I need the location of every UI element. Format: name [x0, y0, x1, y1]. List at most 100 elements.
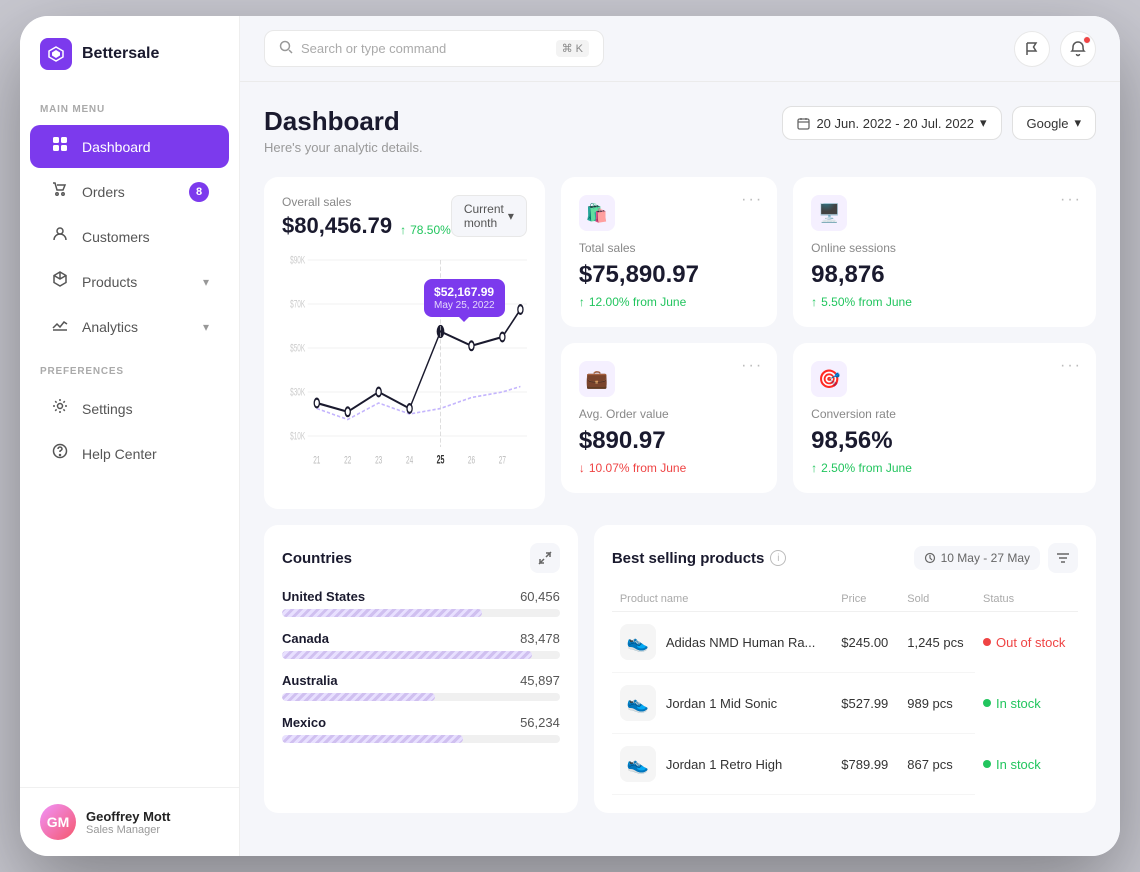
info-icon[interactable]: i	[770, 550, 786, 566]
date-chevron-icon: ▾	[980, 115, 987, 131]
table-row: 👟 Adidas NMD Human Ra... $245.00 1,245 p…	[612, 612, 1078, 673]
card-menu-total-sales[interactable]: ···	[741, 191, 763, 209]
sales-title-group: Overall sales $80,456.79 ↑ 78.50%	[282, 195, 451, 239]
sidebar-item-customers[interactable]: Customers	[30, 215, 229, 258]
status-text: Out of stock	[996, 635, 1065, 650]
sessions-label: Online sessions	[811, 241, 1078, 255]
product-price: $789.99	[833, 734, 899, 795]
overall-sales-label: Overall sales	[282, 195, 451, 209]
country-value: 45,897	[520, 673, 560, 688]
sidebar-item-products[interactable]: Products ▾	[30, 260, 229, 303]
conversion-label: Conversion rate	[811, 407, 1078, 421]
user-name: Geoffrey Mott	[86, 809, 171, 824]
country-value: 56,234	[520, 715, 560, 730]
country-name: United States	[282, 589, 365, 604]
overall-sales-card: Overall sales $80,456.79 ↑ 78.50%	[264, 177, 545, 509]
notification-dot	[1083, 36, 1091, 44]
products-tbody: 👟 Adidas NMD Human Ra... $245.00 1,245 p…	[612, 612, 1078, 795]
sidebar-item-analytics[interactable]: Analytics ▾	[30, 305, 229, 348]
product-sold: 989 pcs	[899, 673, 975, 734]
topbar: Search or type command ⌘ K	[240, 16, 1120, 82]
table-row: 👟 Jordan 1 Mid Sonic $527.99 989 pcs In …	[612, 673, 1078, 734]
card-menu-sessions[interactable]: ···	[1060, 191, 1082, 209]
status-dot	[983, 760, 991, 768]
overall-sales-value: $80,456.79	[282, 213, 392, 239]
page-header: Dashboard Here's your analytic details. …	[264, 106, 1096, 155]
avatar: GM	[40, 804, 76, 840]
products-card: Best selling products i 10 May - 27 May	[594, 525, 1096, 813]
conversion-change: ↑ 2.50% from June	[811, 461, 1078, 475]
sessions-up-icon: ↑	[811, 295, 817, 309]
country-name: Mexico	[282, 715, 326, 730]
countries-header: Countries	[282, 543, 560, 573]
progress-fill	[282, 651, 532, 659]
orders-icon	[50, 181, 70, 202]
sidebar-item-dashboard[interactable]: Dashboard	[30, 125, 229, 168]
period-button[interactable]: Current month ▾	[451, 195, 527, 237]
app-window: Bettersale MAIN MENU Dashboard	[20, 16, 1120, 856]
sidebar-item-help[interactable]: Help Center	[30, 432, 229, 475]
product-price: $245.00	[833, 612, 899, 673]
svg-text:$70K: $70K	[290, 298, 305, 310]
sidebar-products-label: Products	[82, 274, 137, 290]
svg-text:24: 24	[406, 454, 413, 466]
notification-button[interactable]	[1060, 31, 1096, 67]
svg-text:22: 22	[344, 454, 351, 466]
col-product-name: Product name	[612, 587, 833, 612]
svg-text:21: 21	[313, 454, 320, 466]
product-price: $527.99	[833, 673, 899, 734]
search-box[interactable]: Search or type command ⌘ K	[264, 30, 604, 67]
date-range-picker[interactable]: 20 Jun. 2022 - 20 Jul. 2022 ▾	[782, 106, 1001, 140]
topbar-actions	[1014, 31, 1096, 67]
conversion-value: 98,56%	[811, 427, 1078, 455]
total-sales-icon: 🛍️	[579, 195, 615, 231]
svg-text:$10K: $10K	[290, 430, 305, 442]
products-chevron-icon: ▾	[203, 275, 209, 289]
source-chevron-icon: ▾	[1074, 115, 1081, 131]
expand-button[interactable]	[530, 543, 560, 573]
avg-order-value: $890.97	[579, 427, 759, 455]
country-name: Australia	[282, 673, 338, 688]
sidebar-item-settings[interactable]: Settings	[30, 387, 229, 430]
sidebar-help-label: Help Center	[82, 446, 157, 462]
sidebar-item-orders[interactable]: Orders 8	[30, 170, 229, 213]
product-image: 👟	[620, 624, 656, 660]
countries-title: Countries	[282, 550, 352, 567]
sidebar-customers-label: Customers	[82, 229, 150, 245]
user-role: Sales Manager	[86, 824, 171, 836]
bottom-grid: Countries United States 60,456 Canada	[264, 525, 1096, 813]
search-placeholder: Search or type command	[301, 41, 446, 56]
search-icon	[279, 40, 293, 57]
header-controls: 20 Jun. 2022 - 20 Jul. 2022 ▾ Google ▾	[782, 106, 1096, 140]
card-menu-conversion[interactable]: ···	[1060, 357, 1082, 375]
calendar-icon	[797, 117, 810, 130]
status-text: In stock	[996, 757, 1041, 772]
country-row: Canada 83,478	[282, 631, 560, 659]
logo-icon	[40, 38, 72, 70]
sidebar-orders-label: Orders	[82, 184, 125, 200]
card-menu-avg-order[interactable]: ···	[741, 357, 763, 375]
progress-bar	[282, 735, 560, 743]
country-name: Canada	[282, 631, 329, 646]
avg-order-card: ··· 💼 Avg. Order value $890.97 ↓ 10.07% …	[561, 343, 777, 493]
products-date: 10 May - 27 May	[914, 546, 1040, 570]
content-area: Dashboard Here's your analytic details. …	[240, 82, 1120, 856]
user-profile[interactable]: GM Geoffrey Mott Sales Manager	[20, 787, 239, 856]
country-row: Australia 45,897	[282, 673, 560, 701]
status-text: In stock	[996, 696, 1041, 711]
conversion-up-icon: ↑	[811, 461, 817, 475]
settings-icon	[50, 398, 70, 419]
source-picker[interactable]: Google ▾	[1012, 106, 1096, 140]
dashboard-icon	[50, 136, 70, 157]
countries-list: United States 60,456 Canada 83,478 Austr…	[282, 589, 560, 743]
page-title-group: Dashboard Here's your analytic details.	[264, 106, 423, 155]
svg-text:27: 27	[499, 454, 506, 466]
product-status: Out of stock	[975, 612, 1078, 673]
flag-button[interactable]	[1014, 31, 1050, 67]
filter-button[interactable]	[1048, 543, 1078, 573]
products-icon	[50, 271, 70, 292]
col-status: Status	[975, 587, 1078, 612]
status-dot	[983, 638, 991, 646]
sidebar-settings-label: Settings	[82, 401, 133, 417]
pref-nav: Settings Help Center	[20, 385, 239, 477]
